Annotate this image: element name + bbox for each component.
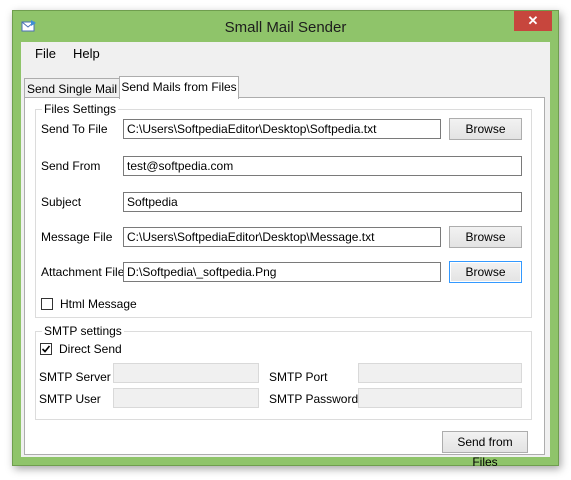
message-file-browse-button[interactable]: Browse [449,226,522,248]
smtp-password-label: SMTP Password [269,392,359,406]
smtp-user-input[interactable] [113,388,259,408]
html-message-checkbox[interactable] [41,298,53,310]
tab-send-single-mail[interactable]: Send Single Mail [24,78,120,99]
smtp-user-label: SMTP User [39,392,101,406]
send-from-input[interactable]: test@softpedia.com [123,156,522,176]
files-settings-legend: Files Settings [44,102,117,116]
close-icon[interactable]: ✕ [514,11,552,31]
send-from-files-button[interactable]: Send from Files [442,431,528,469]
checkmark-icon [41,345,51,353]
client-area: File Help Send Single Mail Send Mails fr… [21,42,550,469]
app-window: Small Mail Sender ✕ File Help Send Singl… [12,10,559,469]
tab-send-mails-from-files[interactable]: Send Mails from Files [119,76,239,99]
send-to-file-input[interactable]: C:\Users\SoftpediaEditor\Desktop\Softped… [123,119,441,139]
send-to-browse-button[interactable]: Browse [449,118,522,140]
attachment-file-input[interactable]: D:\Softpedia\_softpedia.Png [123,262,441,282]
message-file-label: Message File [41,230,113,244]
smtp-settings-legend: SMTP settings [44,324,122,338]
attachment-file-browse-button[interactable]: Browse [449,261,522,283]
tab-panel: Files Settings Send To File C:\Users\Sof… [24,97,545,469]
title-bar[interactable]: Small Mail Sender ✕ [13,11,558,42]
smtp-port-input[interactable] [358,363,522,383]
direct-send-checkbox[interactable] [40,343,52,355]
window-title: Small Mail Sender [224,19,347,36]
message-file-input[interactable]: C:\Users\SoftpediaEditor\Desktop\Message… [123,227,441,247]
send-to-file-label: Send To File [41,122,108,136]
smtp-password-input[interactable] [358,388,522,408]
smtp-server-label: SMTP Server [39,370,111,384]
menu-bar: File Help [21,42,550,64]
subject-label: Subject [41,195,82,209]
smtp-port-label: SMTP Port [269,370,328,384]
html-message-label: Html Message [60,297,137,311]
smtp-server-input[interactable] [113,363,259,383]
send-from-label: Send From [41,159,101,173]
attachment-file-label: Attachment File [41,265,125,279]
subject-input[interactable]: Softpedia [123,192,522,212]
menu-file[interactable]: File [35,46,56,61]
menu-help[interactable]: Help [73,46,100,61]
direct-send-label: Direct Send [59,342,122,356]
